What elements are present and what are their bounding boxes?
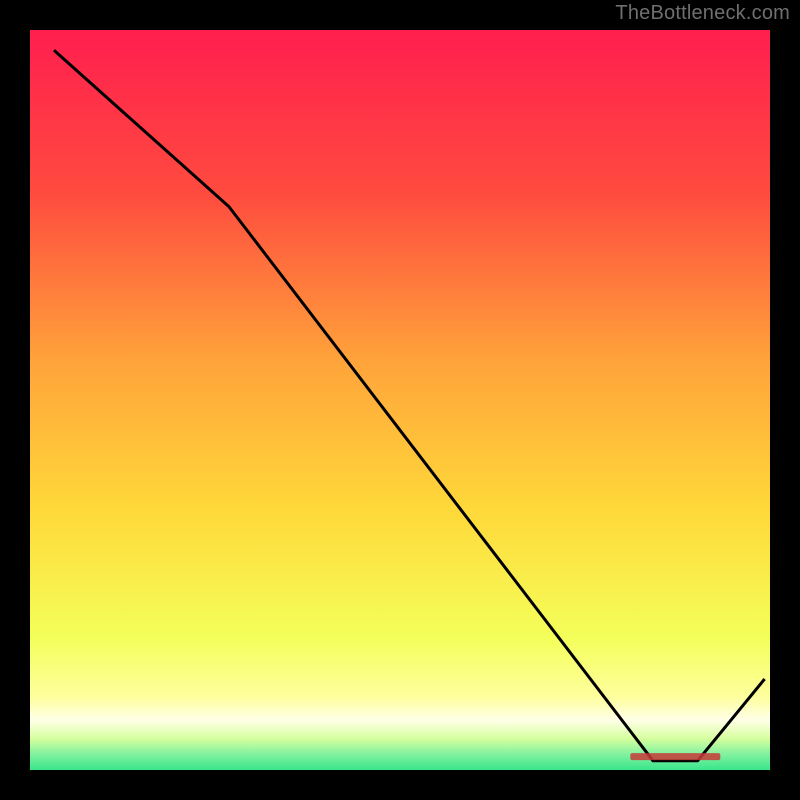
plot-background [28,28,772,772]
trough-label [630,753,720,760]
chart-stage: TheBottleneck.com [0,0,800,800]
attribution-text: TheBottleneck.com [615,2,790,25]
chart-svg [0,0,800,800]
